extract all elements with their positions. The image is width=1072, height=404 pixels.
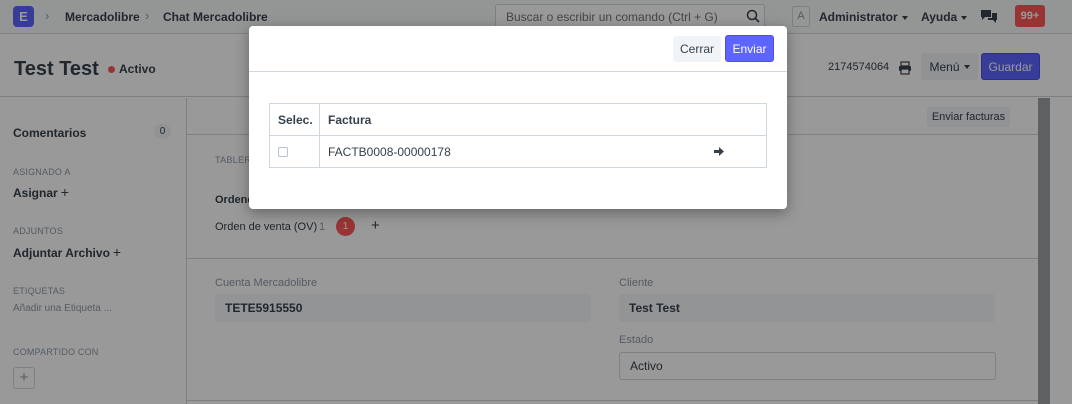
arrow-right-icon[interactable] (714, 147, 724, 156)
invoice-number: FACTB0008-00000178 (328, 144, 451, 159)
invoice-column-header: Factura (319, 103, 767, 136)
table-header-row: Selec. Factura (269, 103, 767, 136)
table-row: FACTB0008-00000178 (269, 135, 767, 168)
row-checkbox[interactable] (278, 147, 288, 158)
select-column-header: Selec. (269, 103, 320, 136)
invoice-cell: FACTB0008-00000178 (319, 135, 767, 168)
dialog-header: Cerrar Enviar (249, 26, 787, 72)
select-cell (269, 135, 320, 168)
close-dialog-button[interactable]: Cerrar (673, 36, 721, 62)
send-button[interactable]: Enviar (725, 35, 774, 62)
invoice-table: Selec. Factura FACTB0008-00000178 (269, 103, 767, 168)
send-invoices-dialog: Cerrar Enviar Selec. Factura FACTB0008-0… (249, 26, 787, 209)
